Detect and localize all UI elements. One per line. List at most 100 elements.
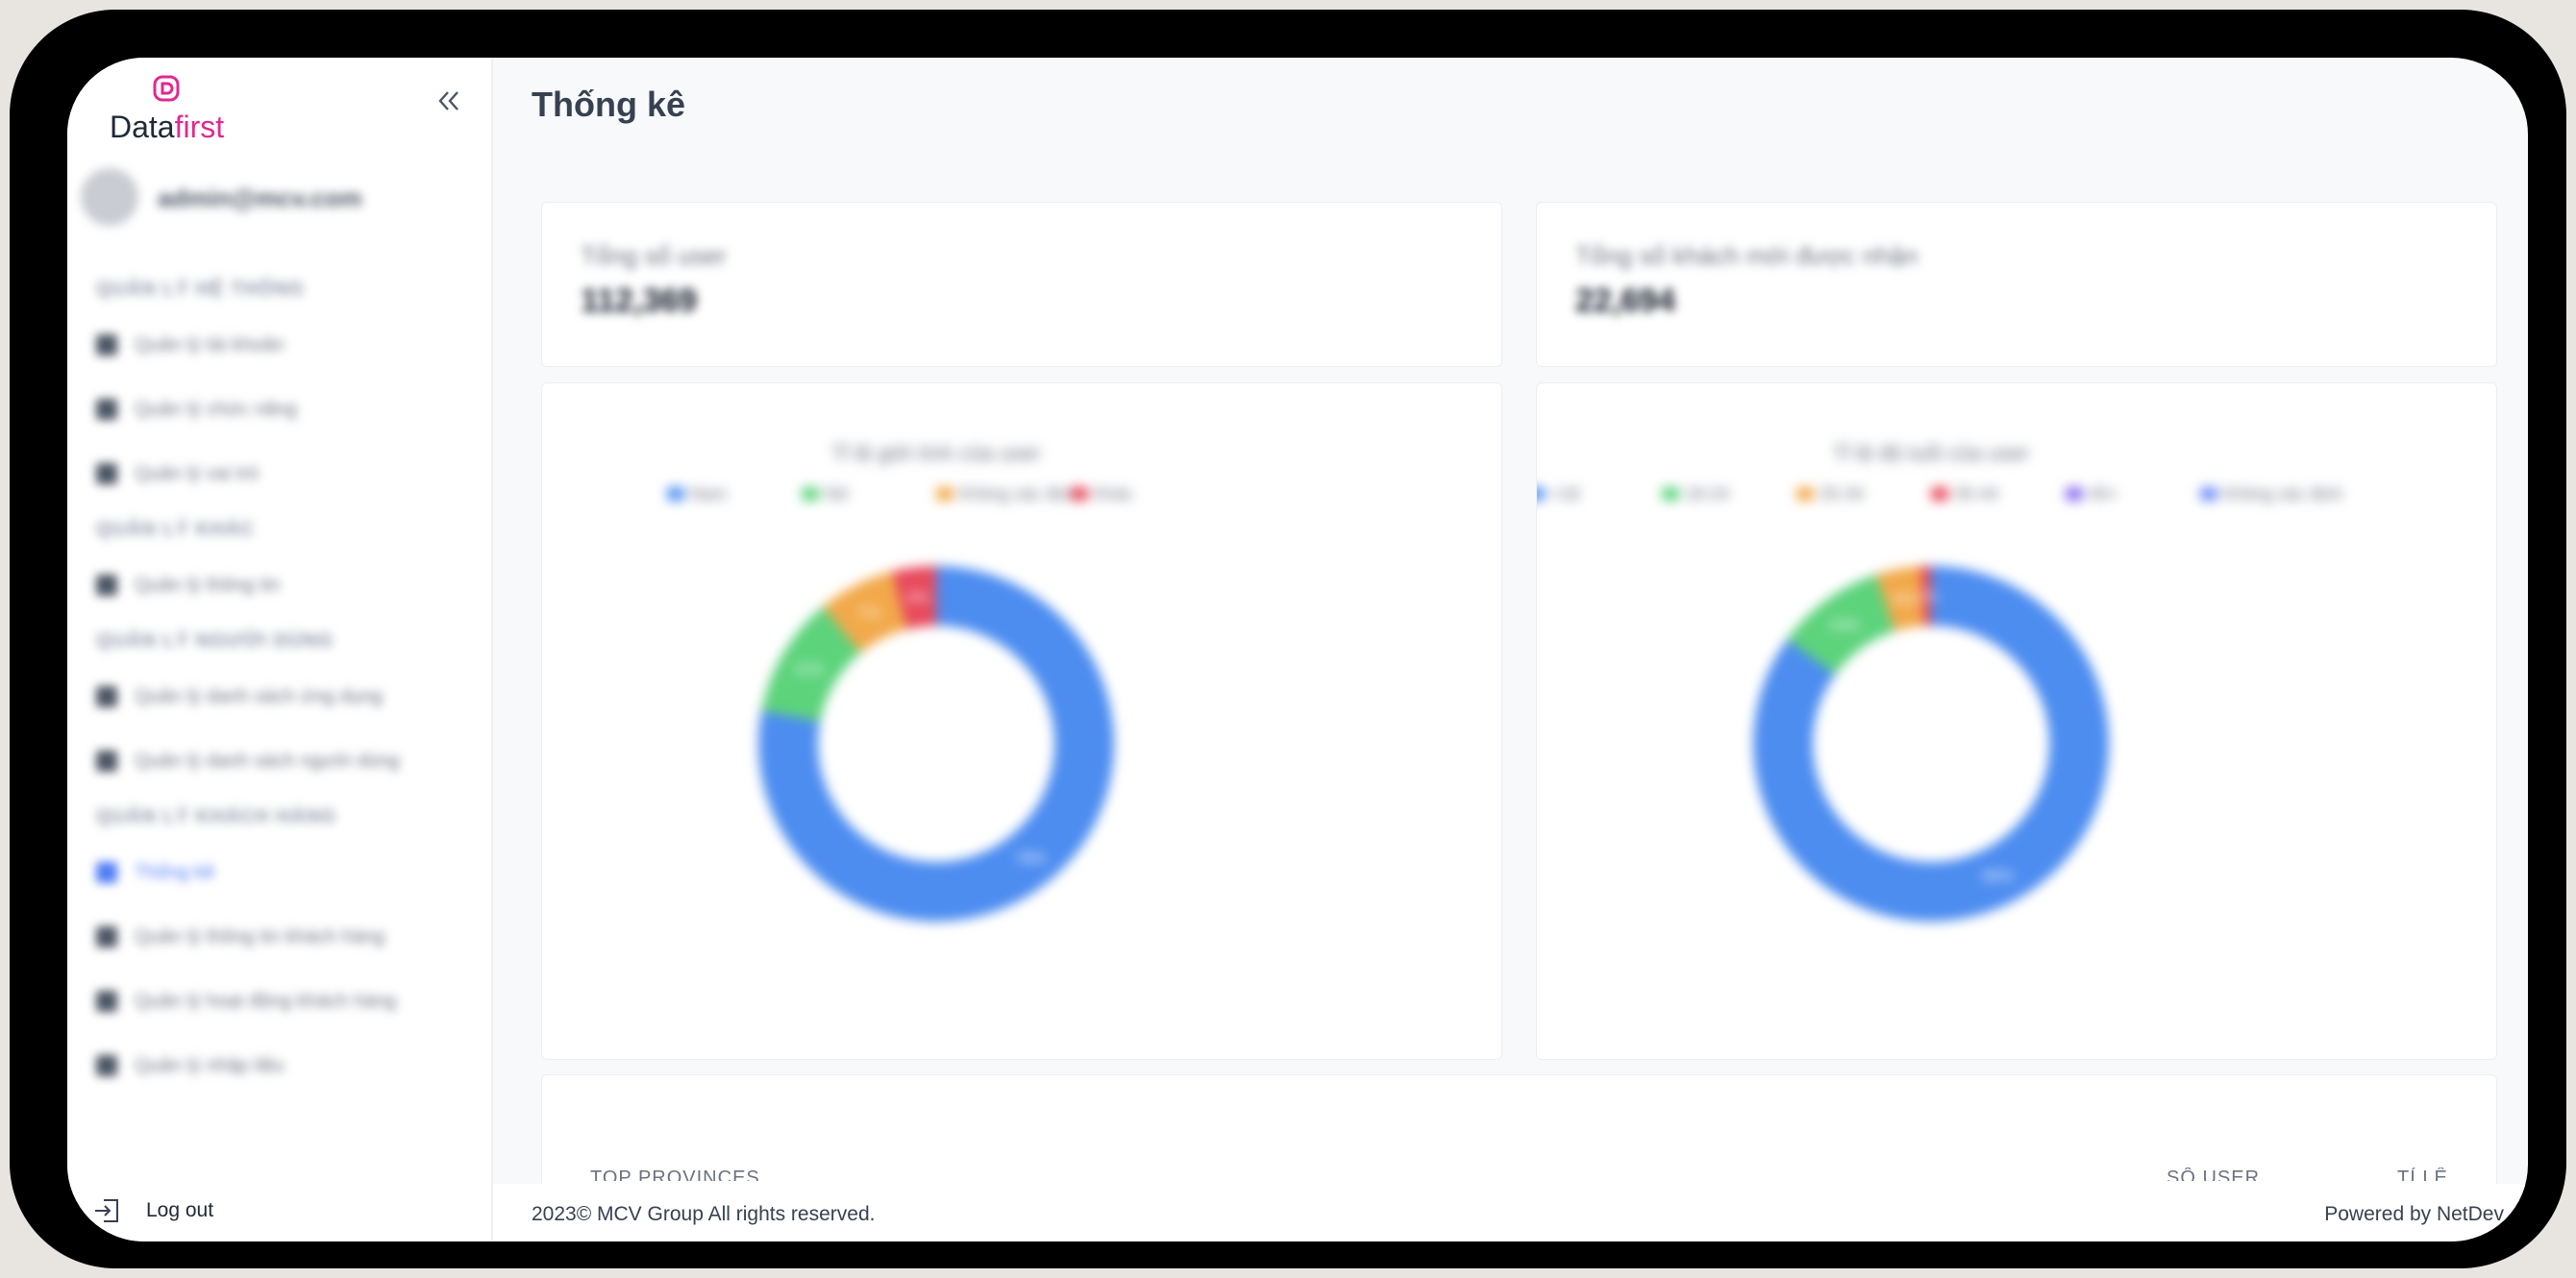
menu-section-customers: QUẢN LÝ KHÁCH HÀNG Thống kê Quản lý thôn… xyxy=(96,806,481,1085)
section-title: QUẢN LÝ KHÁC xyxy=(96,519,256,540)
legend-swatch xyxy=(1931,487,1948,501)
sidebar-item-customer-activity[interactable]: Quản lý hoạt động khách hàng xyxy=(96,982,481,1020)
menu-section-system: QUẢN LÝ HỆ THỐNG Quản lý tài khoản Quản … xyxy=(96,279,481,493)
sidebar-item-label: Quản lý vai trò xyxy=(135,462,259,484)
legend-swatch xyxy=(2066,487,2083,501)
menu-item-icon xyxy=(96,926,117,947)
chart-title: Tỉ lệ độ tuổi của user xyxy=(1833,441,2029,465)
chart-title: Tỉ lệ giới tính của user xyxy=(831,441,1040,465)
table-header-provinces: TOP PROVINCES xyxy=(590,1167,760,1181)
menu-item-icon xyxy=(96,750,117,772)
stat-value: 112,369 xyxy=(581,283,698,319)
sidebar-item-data-entry[interactable]: Quản lý nhập liệu xyxy=(96,1046,481,1085)
legend-swatch xyxy=(1537,487,1545,501)
logout-button[interactable]: Log out xyxy=(92,1196,213,1225)
sidebar-item-label: Quản lý tài khoản xyxy=(135,333,285,356)
legend-swatch xyxy=(1796,487,1814,501)
footer: 2023© MCV Group All rights reserved. Pow… xyxy=(493,1184,2528,1241)
logo-mark-icon xyxy=(153,75,180,102)
stat-content: Tổng số khách mới được nhận 22,694 xyxy=(1575,241,1918,320)
chart-card-gender: Tỉ lệ giới tính của user Nam Nữ Không xác đ… xyxy=(541,382,1502,1060)
top-provinces-table: TOP PROVINCES SỐ USER TỈ LỆ xyxy=(541,1074,2497,1190)
sidebar-item-label: Quản lý chức năng xyxy=(135,398,298,420)
logout-label: Log out xyxy=(146,1199,214,1221)
slice-label: 7% xyxy=(858,605,880,622)
sidebar-item-roles[interactable]: Quản lý vai trò xyxy=(96,455,481,493)
sidebar-item-accounts[interactable]: Quản lý tài khoản xyxy=(96,326,481,364)
page-title: Thống kê xyxy=(532,85,685,124)
sidebar-item-label: Quản lý thông tin khách hàng xyxy=(135,925,385,947)
legend-swatch xyxy=(1071,487,1088,501)
menu-item-icon xyxy=(96,991,117,1012)
legend-label: 35-44 xyxy=(1954,484,1998,504)
stat-card-new-customers: Tổng số khách mới được nhận 22,694 xyxy=(1536,202,2497,367)
sidebar-item-customer-info[interactable]: Quản lý thông tin khách hàng xyxy=(96,918,481,956)
gender-donut-chart: Tỉ lệ giới tính của user Nam Nữ Không xác đ… xyxy=(667,441,1133,922)
app-screen: Datafirst admin@mcv.com QUẢN LÝ HỆ THỐNG… xyxy=(67,58,2528,1241)
menu-item-icon xyxy=(96,463,117,484)
stat-label: Tổng số khách mới được nhận xyxy=(1575,241,1919,270)
sidebar-item-label: Quản lý nhập liệu xyxy=(135,1054,285,1076)
sidebar: Datafirst admin@mcv.com QUẢN LÝ HỆ THỐNG… xyxy=(67,58,493,1241)
age-donut-chart: Tỉ lệ độ tuổi của user <18 18-24 25-34 35-44… xyxy=(1537,441,2342,922)
legend-label: Không xác định xyxy=(959,484,1078,504)
stat-value: 22,694 xyxy=(1575,283,1675,319)
brand-name-part1: Data xyxy=(110,110,175,144)
slice-label: 4% xyxy=(1893,592,1915,608)
menu-item-icon xyxy=(96,1055,117,1076)
menu-section-other: QUẢN LÝ KHÁC Quản lý thông tin xyxy=(96,519,481,604)
legend-swatch xyxy=(802,487,819,501)
legend-label: Nam xyxy=(690,484,727,504)
slice-label: 4% xyxy=(906,590,929,606)
avatar xyxy=(81,168,138,226)
device-frame: Datafirst admin@mcv.com QUẢN LÝ HỆ THỐNG… xyxy=(10,10,2566,1268)
user-email: admin@mcv.com xyxy=(158,184,362,212)
slice-label: 1% xyxy=(1916,589,1938,605)
menu-item-icon xyxy=(96,686,117,707)
sidebar-item-label: Quản lý danh sách ứng dụng xyxy=(135,685,384,707)
sidebar-item-label: Quản lý hoạt động khách hàng xyxy=(135,990,397,1012)
user-profile[interactable]: admin@mcv.com xyxy=(81,168,465,226)
slice-label: 10% xyxy=(1828,617,1859,633)
legend-label: 45+ xyxy=(2089,484,2118,504)
slice-label: 11% xyxy=(794,662,824,678)
sidebar-item-apps[interactable]: Quản lý danh sách ứng dụng xyxy=(96,677,481,716)
legend-swatch xyxy=(2200,487,2217,501)
sidebar-item-label: Quản lý thông tin xyxy=(135,574,281,596)
legend-swatch xyxy=(1662,487,1679,501)
sidebar-item-functions[interactable]: Quản lý chức năng xyxy=(96,390,481,429)
section-title: QUẢN LÝ HỆ THỐNG xyxy=(96,279,306,300)
legend-swatch xyxy=(936,487,954,501)
legend-label: 18-24 xyxy=(1685,484,1729,504)
stat-content: Tổng số user 112,369 xyxy=(581,241,727,320)
sidebar-item-user-list[interactable]: Quản lý danh sách người dùng xyxy=(96,742,481,780)
table-header-user-count: SỐ USER xyxy=(2167,1167,2261,1181)
powered-by-text: Powered by NetDev xyxy=(2324,1203,2504,1225)
stat-label: Tổng số user xyxy=(581,241,727,270)
legend-label: Khác xyxy=(1094,484,1133,504)
menu-item-icon xyxy=(96,334,117,356)
table-header-ratio: TỈ LỆ xyxy=(2397,1167,2448,1181)
menu-item-icon xyxy=(96,862,117,883)
sidebar-item-info[interactable]: Quản lý thông tin xyxy=(96,566,481,604)
main-content: Thống kê Tổng số user 112,369 Tổng số kh… xyxy=(493,58,2528,1241)
collapse-sidebar-icon[interactable] xyxy=(433,86,465,119)
stat-card-total-users: Tổng số user 112,369 xyxy=(541,202,1502,367)
legend-label: 25-34 xyxy=(1820,484,1864,504)
slice-label: 85% xyxy=(1983,869,2014,885)
section-title: QUẢN LÝ NGƯỜI DÙNG xyxy=(96,630,334,651)
brand-name-part2: first xyxy=(174,110,225,144)
legend-label: Nữ xyxy=(825,484,849,504)
sidebar-item-statistics[interactable]: Thống kê xyxy=(96,853,481,892)
sidebar-item-label: Thống kê xyxy=(135,861,215,883)
menu-item-icon xyxy=(96,399,117,420)
copyright-text: 2023© MCV Group All rights reserved. xyxy=(532,1203,876,1225)
legend-label: Không xác định xyxy=(2223,484,2342,504)
legend-swatch xyxy=(667,487,684,501)
sidebar-menu: QUẢN LÝ HỆ THỐNG Quản lý tài khoản Quản … xyxy=(96,279,481,1111)
section-title: QUẢN LÝ KHÁCH HÀNG xyxy=(96,806,337,827)
menu-item-icon xyxy=(96,575,117,596)
chart-card-age: Tỉ lệ độ tuổi của user <18 18-24 25-34 35-44… xyxy=(1536,382,2497,1060)
menu-section-users: QUẢN LÝ NGƯỜI DÙNG Quản lý danh sách ứng… xyxy=(96,630,481,780)
brand-name: Datafirst xyxy=(110,110,224,145)
